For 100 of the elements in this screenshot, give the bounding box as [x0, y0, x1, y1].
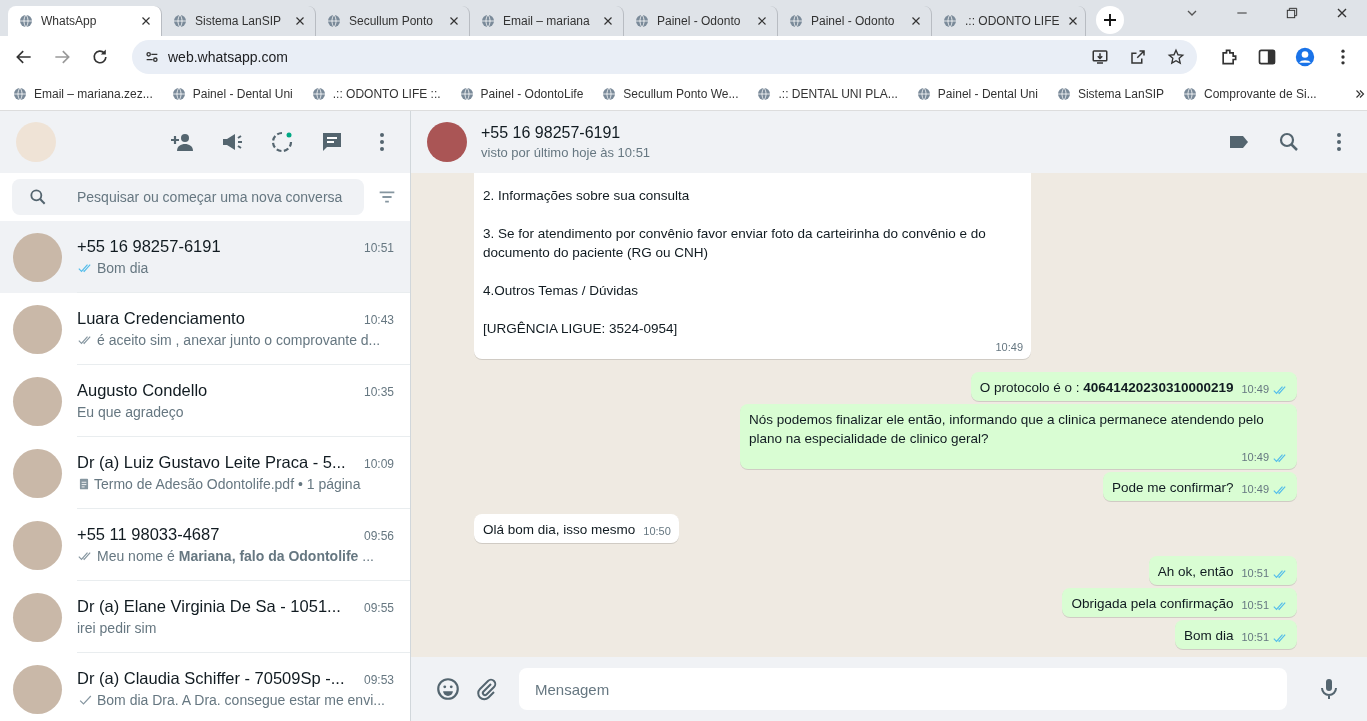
- restore-icon[interactable]: [1284, 5, 1300, 21]
- site-settings-icon[interactable]: [144, 49, 160, 65]
- avatar: [13, 448, 62, 498]
- chat-time: 09:56: [363, 529, 394, 543]
- message-text: 3. Se for atendimento por convênio favor enviar foto da carteirinha do convênio e do documento do paciente (RG ou CNH): [483, 225, 987, 262]
- message-time: 10:49: [995, 340, 1023, 355]
- chat-time: 09:53: [363, 673, 394, 687]
- chat-time: 10:09: [363, 457, 394, 471]
- bookmark-star-icon[interactable]: [1167, 48, 1185, 66]
- chat-item[interactable]: Dr (a) Elane Virginia De Sa - 1051... 09:55 irei pedir sim: [0, 581, 410, 653]
- chat-time: 10:51: [363, 241, 394, 255]
- message-text: 4.Outros Temas / Dúvidas: [483, 282, 640, 300]
- message-input[interactable]: Mensagem: [519, 668, 1287, 710]
- message-time: 10:49: [1241, 382, 1269, 397]
- message-text: Ah ok, então: [1157, 563, 1234, 581]
- bookmark[interactable]: .:: ODONTO LIFE ::.: [310, 86, 441, 102]
- site-icon: [601, 86, 618, 102]
- extensions-icon[interactable]: [1219, 47, 1239, 67]
- site-icon: [458, 86, 475, 102]
- status-icon[interactable]: [270, 130, 294, 154]
- chat-name: +55 16 98257-6191: [77, 237, 222, 256]
- site-icon: [1181, 86, 1198, 102]
- bookmark[interactable]: Painel - OdontoLife: [458, 86, 584, 102]
- install-icon[interactable]: [1091, 48, 1109, 66]
- site-icon: [18, 13, 34, 29]
- message-time: 10:51: [1241, 598, 1269, 613]
- profile-icon[interactable]: [1295, 47, 1315, 67]
- site-icon: [170, 86, 187, 102]
- chat-item[interactable]: +55 11 98033-4687 09:56 Meu nome é Mariana, falo da Odontolife ...: [0, 509, 410, 581]
- chat-item[interactable]: Luara Credenciamento 10:43 é aceito sim , anexar junto o comprovante d...: [0, 293, 410, 365]
- chat-item[interactable]: Augusto Condello 10:35 Eu que agradeço: [0, 365, 410, 437]
- address-bar[interactable]: web.whatsapp.com: [132, 40, 1197, 74]
- chat-name: Dr (a) Luiz Gustavo Leite Praca - 5...: [77, 453, 347, 472]
- chat-name: Luara Credenciamento: [77, 309, 246, 328]
- search-field[interactable]: Pesquisar ou começar uma nova conversa: [12, 179, 364, 215]
- last-seen: visto por último hoje às 10:51: [481, 145, 651, 160]
- site-icon: [172, 13, 188, 29]
- chat-item[interactable]: Dr (a) Claudia Schiffer - 70509Sp -... 09:53 Bom dia Dra. A Dra. consegue estar me envi...: [0, 653, 410, 721]
- chat-name: Dr (a) Claudia Schiffer - 70509Sp -...: [77, 669, 346, 688]
- chat-time: 10:35: [363, 385, 394, 399]
- message-preview: Bom dia: [97, 260, 149, 276]
- contact-name: +55 16 98257-6191: [481, 124, 622, 142]
- site-icon: [480, 13, 496, 29]
- new-chat-icon[interactable]: [320, 130, 344, 154]
- avatar: [13, 520, 62, 570]
- share-icon[interactable]: [1129, 48, 1147, 66]
- contact-avatar[interactable]: [427, 122, 467, 162]
- message-text: [URGÊNCIA LIGUE: 3524-0954]: [483, 320, 679, 338]
- site-icon: [326, 13, 342, 29]
- message-text: Pode me confirmar?: [1111, 479, 1234, 497]
- message-time: 10:49: [1241, 450, 1269, 465]
- avatar: [13, 376, 62, 426]
- chat-name: Dr (a) Elane Virginia De Sa - 1051...: [77, 597, 342, 616]
- message-text: 2. Informações sobre sua consulta: [483, 187, 691, 205]
- message-text: Olá bom dia, isso mesmo: [483, 521, 636, 539]
- plus-icon: [1101, 11, 1119, 29]
- message-text: Nós podemos finalizar ele então, informando que a clinica permanece atendendo pelo plano na especialidade de clinico geral?: [749, 411, 1265, 448]
- site-icon: [310, 86, 327, 102]
- avatar: [13, 304, 62, 354]
- bookmark[interactable]: Email – mariana.zez...: [12, 86, 153, 102]
- reload-icon[interactable]: [90, 47, 110, 67]
- attach-icon[interactable]: [475, 677, 499, 701]
- chat-item[interactable]: +55 16 98257-6191 10:51 Bom dia: [0, 221, 410, 293]
- message-preview: Bom dia Dra. A Dra. consegue estar me envi...: [97, 692, 385, 708]
- emoji-icon[interactable]: [435, 676, 461, 702]
- message-preview: irei pedir sim: [77, 620, 157, 636]
- bookmark[interactable]: Sistema LanSIP: [1055, 86, 1164, 102]
- message-time: 10:49: [1241, 482, 1269, 497]
- bookmark[interactable]: Painel - Dental Uni: [915, 86, 1038, 102]
- avatar: [13, 664, 62, 714]
- chat-name: Augusto Condello: [77, 381, 209, 400]
- bookmark[interactable]: Comprovante de Si...: [1181, 86, 1317, 102]
- chat-name: +55 11 98033-4687: [77, 525, 221, 544]
- site-icon: [634, 13, 650, 29]
- message-time: 10:50: [643, 524, 671, 539]
- bookmark[interactable]: .:: DENTAL UNI PLA...: [756, 86, 898, 102]
- message-text: Bom dia: [1183, 627, 1234, 645]
- avatar: [13, 592, 62, 642]
- message-preview: Meu nome é Mariana, falo da Odontolife ...: [97, 548, 374, 564]
- message-preview: é aceito sim , anexar junto o comprovante d...: [97, 332, 381, 348]
- bookmark[interactable]: Painel - Dental Uni: [170, 86, 293, 102]
- site-icon: [756, 86, 773, 102]
- site-icon: [12, 86, 28, 102]
- site-icon: [788, 13, 804, 29]
- search-icon: [28, 187, 48, 207]
- new-tab-button[interactable]: [1096, 6, 1124, 34]
- browser-tab[interactable]: WhatsApp: [8, 6, 162, 36]
- message-time: 10:51: [1241, 630, 1269, 645]
- message-text: O protocolo é o : 40641420230310000219: [979, 379, 1234, 397]
- chat-time: 10:43: [363, 313, 394, 327]
- message-preview: Termo de Adesão Odontolife.pdf • 1 página: [94, 476, 361, 492]
- site-icon: [1055, 86, 1072, 102]
- avatar: [13, 232, 62, 282]
- site-icon: [942, 13, 958, 29]
- side-panel-icon[interactable]: [1257, 47, 1277, 67]
- bookmark[interactable]: Secullum Ponto We...: [601, 86, 739, 102]
- message-preview: Eu que agradeço: [77, 404, 184, 420]
- message-time: 10:51: [1241, 566, 1269, 581]
- chat-time: 09:55: [363, 601, 394, 615]
- chat-item[interactable]: Dr (a) Luiz Gustavo Leite Praca - 5... 10:09 Termo de Adesão Odontolife.pdf • 1 página: [0, 437, 410, 509]
